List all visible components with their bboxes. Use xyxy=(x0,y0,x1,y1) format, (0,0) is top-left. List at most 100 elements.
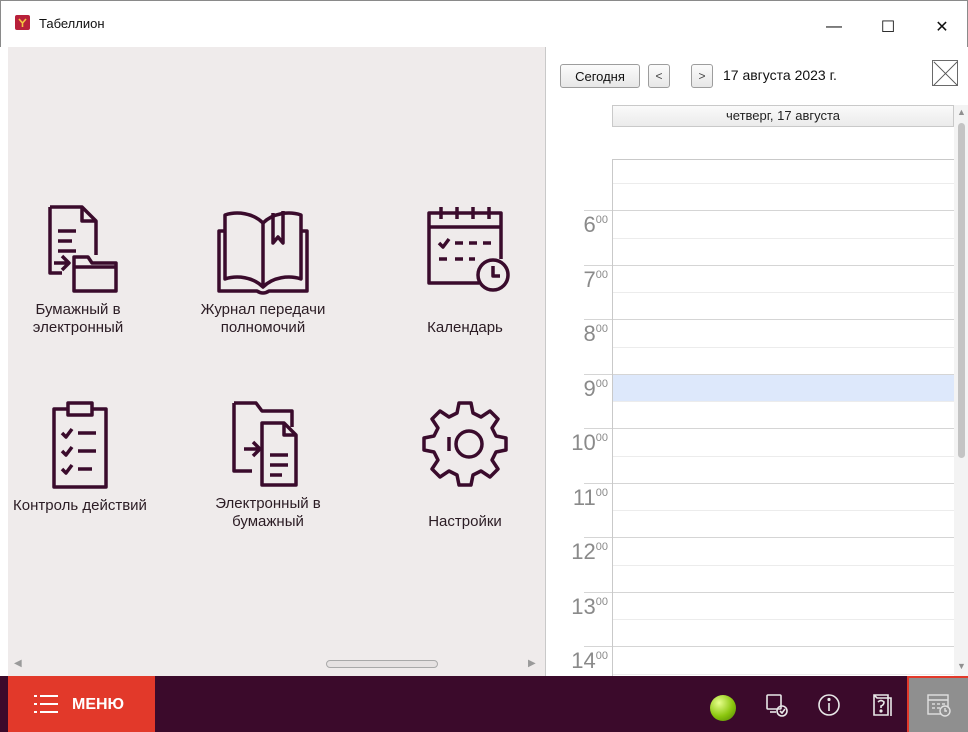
hour-label: 800 xyxy=(546,321,609,347)
hour-label-line xyxy=(584,482,612,484)
hour-label: 1300 xyxy=(546,594,608,620)
menu-icon xyxy=(34,693,58,715)
half-hour-line xyxy=(613,510,954,511)
close-calendar-button[interactable] xyxy=(932,60,958,86)
paper-to-electronic-icon xyxy=(48,205,118,293)
hour-label-line xyxy=(584,373,612,375)
hour-number: 12 xyxy=(571,539,596,564)
help-icon[interactable] xyxy=(868,692,894,718)
hour-line xyxy=(613,646,954,647)
hour-number: 7 xyxy=(583,266,596,292)
tile-settings[interactable]: Настройки xyxy=(400,397,530,531)
hour-label-line xyxy=(584,591,612,593)
hour-line xyxy=(613,264,954,266)
minimize-button[interactable]: — xyxy=(811,9,857,45)
hour-label: 600 xyxy=(546,212,609,238)
remote-desktop-icon[interactable] xyxy=(764,692,790,718)
tiles-panel: Бумажный в электронный Журнал передачи п… xyxy=(8,47,545,676)
menu-label: МЕНЮ xyxy=(72,696,125,713)
tile-label: Журнал передачи полномочий xyxy=(200,301,326,336)
hour-label-line xyxy=(584,210,612,211)
window-title: Табеллион xyxy=(39,16,105,31)
half-hour-line xyxy=(613,183,954,184)
hour-number: 10 xyxy=(571,430,596,455)
half-hour-line xyxy=(613,619,954,620)
bottom-bar: МЕНЮ xyxy=(0,676,968,732)
scroll-up-icon[interactable]: ▲ xyxy=(957,107,966,117)
half-hour-line xyxy=(613,673,954,675)
horizontal-scrollbar[interactable]: ◀ ▶ xyxy=(8,654,545,676)
tile-calendar[interactable]: Календарь xyxy=(400,203,530,337)
hour-line xyxy=(613,591,954,593)
all-day-area[interactable] xyxy=(612,127,954,160)
connection-status-icon[interactable] xyxy=(710,695,736,721)
hour-label-line xyxy=(584,319,612,320)
hour-minutes: 00 xyxy=(595,323,608,335)
tile-power-of-attorney-journal[interactable]: Журнал передачи полномочий xyxy=(193,203,333,337)
calendar-toggle-icon xyxy=(927,694,951,717)
hour-line xyxy=(613,428,954,429)
hour-label-line xyxy=(584,646,612,647)
hour-label: 700 xyxy=(546,266,609,293)
half-hour-line xyxy=(613,292,954,293)
hour-label-line xyxy=(584,428,612,429)
hour-number: 6 xyxy=(583,212,596,237)
gear-icon xyxy=(422,401,508,487)
menu-button[interactable]: МЕНЮ xyxy=(8,676,155,732)
tile-label: Контроль действий xyxy=(13,497,147,514)
hour-minutes: 00 xyxy=(595,595,608,608)
tile-label: Календарь xyxy=(427,319,503,336)
info-icon[interactable] xyxy=(816,692,842,718)
selected-time-slot[interactable] xyxy=(613,374,954,401)
hour-minutes: 00 xyxy=(595,268,608,281)
scroll-thumb[interactable] xyxy=(326,660,438,668)
hour-label: 1000 xyxy=(546,430,608,456)
hour-line xyxy=(613,210,954,211)
hour-minutes: 00 xyxy=(595,432,608,444)
hour-label: 1100 xyxy=(546,485,608,511)
title-bar: Табеллион — ☐ ✕ xyxy=(0,0,968,47)
hour-label: 900 xyxy=(546,376,609,402)
calendar-toggle-button[interactable] xyxy=(907,676,968,732)
scroll-left-icon[interactable]: ◀ xyxy=(14,658,22,669)
tile-label: Бумажный в электронный xyxy=(32,301,124,336)
half-hour-line xyxy=(613,401,954,402)
today-button[interactable]: Сегодня xyxy=(560,64,640,88)
close-button[interactable]: ✕ xyxy=(919,9,965,45)
hour-label: 1400 xyxy=(546,648,608,674)
hour-number: 8 xyxy=(583,321,596,346)
hour-line xyxy=(613,482,954,484)
day-header: четверг, 17 августа xyxy=(612,105,954,127)
hour-minutes: 00 xyxy=(595,486,608,499)
hour-label-line xyxy=(584,537,612,538)
maximize-button[interactable]: ☐ xyxy=(865,9,911,45)
electronic-to-paper-icon xyxy=(232,401,298,487)
scroll-down-icon[interactable]: ▼ xyxy=(957,661,966,671)
hour-number: 13 xyxy=(571,593,596,619)
scroll-right-icon[interactable]: ▶ xyxy=(528,658,536,669)
hour-minutes: 00 xyxy=(595,650,608,662)
half-hour-line xyxy=(613,455,954,457)
hour-minutes: 00 xyxy=(595,214,608,226)
next-day-button[interactable]: > xyxy=(691,64,713,88)
hour-line xyxy=(613,319,954,320)
tile-label: Настройки xyxy=(428,513,502,530)
day-grid[interactable]: 600700800900100011001200130014001500 xyxy=(546,160,954,676)
hour-label: 1200 xyxy=(546,539,608,565)
hour-minutes: 00 xyxy=(595,377,608,390)
vertical-scrollbar[interactable]: ▲ ▼ xyxy=(954,105,968,676)
clipboard-checklist-icon xyxy=(52,401,108,489)
calendar-toolbar: Сегодня < > 17 августа 2023 г. xyxy=(546,47,968,99)
hour-number: 14 xyxy=(571,648,596,673)
tile-action-control[interactable]: Контроль действий xyxy=(10,399,150,515)
scroll-thumb[interactable] xyxy=(958,123,965,458)
time-slots[interactable] xyxy=(612,160,954,676)
tile-paper-to-electronic[interactable]: Бумажный в электронный xyxy=(8,203,148,337)
tile-electronic-to-paper[interactable]: Электронный в бумажный xyxy=(198,397,338,531)
prev-day-button[interactable]: < xyxy=(648,64,670,88)
hour-label-line xyxy=(584,264,612,266)
hour-line xyxy=(613,537,954,538)
open-book-icon xyxy=(217,211,309,295)
calendar-clock-icon xyxy=(427,207,510,292)
hour-minutes: 00 xyxy=(595,541,608,553)
